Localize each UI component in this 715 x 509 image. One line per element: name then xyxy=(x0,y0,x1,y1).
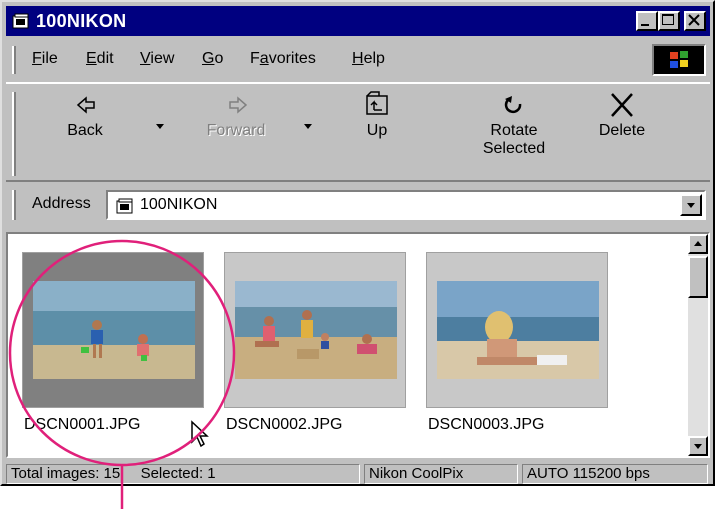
close-button[interactable] xyxy=(684,11,706,31)
address-label: Address xyxy=(32,195,91,212)
file-name: DSCN0001.JPG xyxy=(24,416,141,433)
folder-icon xyxy=(116,198,133,214)
window-title: 100NIKON xyxy=(36,11,127,31)
status-panel-selection: Total images: 15 Selected: 1 xyxy=(6,464,360,484)
back-label: Back xyxy=(67,122,103,139)
menu-edit[interactable]: Edit xyxy=(86,50,114,68)
file-view[interactable]: DSCN0001.JPG DSCN0002.JPG DSCN0003.JPG xyxy=(6,232,710,458)
maximize-button[interactable] xyxy=(658,11,680,31)
menu-favorites[interactable]: Favorites xyxy=(250,50,316,68)
up-label: Up xyxy=(366,122,388,139)
scroll-down-button[interactable] xyxy=(688,436,708,456)
up-button[interactable]: Up xyxy=(350,90,404,140)
menu-go[interactable]: Go xyxy=(202,50,223,68)
rotate-selected-button[interactable]: Rotate Selected xyxy=(474,90,554,158)
forward-button[interactable]: Forward xyxy=(196,90,276,140)
status-panel-camera: Nikon CoolPix xyxy=(364,464,518,484)
toolbar-grip[interactable] xyxy=(12,92,16,176)
minimize-button[interactable] xyxy=(636,11,658,31)
menu-grip[interactable] xyxy=(12,46,16,74)
standard-toolbar: Back Forward Up Rotate Selected Delete xyxy=(6,82,710,182)
thumbnail-dscn0003[interactable] xyxy=(426,252,608,408)
status-panel-speed: AUTO 115200 bps xyxy=(522,464,708,484)
thumbnail-dscn0002[interactable] xyxy=(224,252,406,408)
back-dropdown-arrow[interactable] xyxy=(156,124,164,129)
rotate-icon xyxy=(504,96,522,114)
address-field[interactable]: 100NIKON xyxy=(106,190,706,220)
address-dropdown-button[interactable] xyxy=(680,194,702,216)
close-icon xyxy=(688,14,700,26)
forward-arrow-icon xyxy=(229,96,248,114)
status-bar: Total images: 15 Selected: 1 Nikon CoolP… xyxy=(6,464,710,484)
file-name: DSCN0003.JPG xyxy=(428,416,545,433)
photo-children-at-beach xyxy=(33,281,195,379)
maximize-icon xyxy=(662,14,674,25)
up-folder-icon xyxy=(366,91,388,115)
forward-dropdown-arrow[interactable] xyxy=(304,124,312,129)
menu-help[interactable]: Help xyxy=(352,50,385,68)
mouse-pointer-icon xyxy=(191,420,209,448)
title-bar[interactable]: 100NIKON xyxy=(6,6,710,36)
menu-view[interactable]: View xyxy=(140,50,174,68)
menu-file[interactable]: File xyxy=(32,50,58,68)
selected-count-text: Selected: 1 xyxy=(140,465,216,482)
address-bar: Address 100NIKON xyxy=(6,186,710,224)
connection-speed-text: AUTO 115200 bps xyxy=(527,465,650,482)
folder-icon xyxy=(12,13,29,29)
back-button[interactable]: Back xyxy=(50,90,120,140)
rotate-label-line2: Selected xyxy=(482,140,546,157)
back-arrow-icon xyxy=(76,96,95,114)
vertical-scrollbar[interactable] xyxy=(688,234,708,456)
photo-girl-reading-on-beach xyxy=(437,281,599,379)
address-grip[interactable] xyxy=(12,190,16,220)
file-name: DSCN0002.JPG xyxy=(226,416,343,433)
forward-label: Forward xyxy=(206,122,266,139)
scroll-up-button[interactable] xyxy=(688,234,708,254)
camera-name-text: Nikon CoolPix xyxy=(369,465,464,482)
rotate-label-line1: Rotate xyxy=(490,122,538,139)
address-value: 100NIKON xyxy=(140,196,218,213)
total-images-text: Total images: 15 xyxy=(11,465,121,482)
thumbnail-dscn0001[interactable] xyxy=(22,252,204,408)
explorer-window: 100NIKON File Edit View Go Favorites Hel… xyxy=(0,0,715,486)
windows-logo xyxy=(652,44,706,76)
scroll-thumb[interactable] xyxy=(688,256,708,298)
minimize-icon xyxy=(641,24,649,26)
photo-family-building-sandcastle xyxy=(235,281,397,379)
windows-flag-icon xyxy=(670,51,688,68)
menu-bar: File Edit View Go Favorites Help xyxy=(6,42,710,78)
delete-button[interactable]: Delete xyxy=(582,90,662,140)
delete-label: Delete xyxy=(598,122,646,139)
delete-x-icon xyxy=(611,93,633,117)
